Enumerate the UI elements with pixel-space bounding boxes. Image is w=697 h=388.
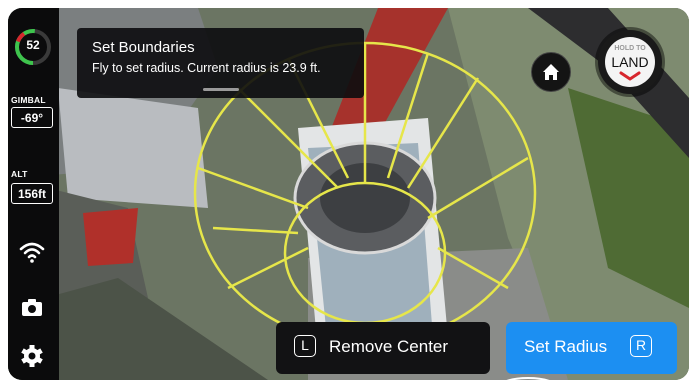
- set-radius-label: Set Radius: [524, 337, 608, 356]
- hold-to-land-button[interactable]: HOLD TO LAND: [598, 30, 662, 94]
- altitude-value[interactable]: 156ft: [11, 183, 53, 204]
- r-key-icon: R: [630, 335, 652, 357]
- toast-drag-handle[interactable]: [203, 88, 239, 91]
- land-hold-text: HOLD TO: [614, 45, 646, 52]
- battery-percent: 52: [26, 38, 40, 52]
- boundary-toast[interactable]: Set Boundaries Fly to set radius. Curren…: [77, 28, 364, 98]
- battery-indicator: 52: [12, 26, 54, 68]
- status-sidebar: 52 GIMBAL -69° ALT 156ft: [8, 8, 59, 380]
- remove-center-label: Remove Center: [329, 337, 449, 356]
- toast-body: Fly to set radius. Current radius is 23.…: [92, 61, 321, 75]
- return-home-button[interactable]: [531, 52, 571, 92]
- gimbal-value[interactable]: -69°: [11, 107, 53, 128]
- chevron-down-icon: [619, 71, 641, 81]
- l-key-icon: L: [294, 335, 316, 357]
- home-icon: [543, 64, 559, 80]
- remove-center-button[interactable]: L Remove Center: [276, 322, 490, 374]
- set-radius-button[interactable]: Set Radius R: [506, 322, 677, 374]
- land-button-face: HOLD TO LAND: [605, 37, 655, 87]
- wifi-icon[interactable]: [19, 240, 45, 264]
- altitude-label: ALT: [11, 169, 28, 179]
- toast-title: Set Boundaries: [92, 39, 195, 56]
- drone-camera-view: 52 GIMBAL -69° ALT 156ft Set Boundaries …: [8, 8, 689, 380]
- land-action-text: LAND: [611, 54, 649, 70]
- gear-icon[interactable]: [19, 344, 45, 368]
- camera-icon[interactable]: [19, 295, 45, 319]
- gimbal-label: GIMBAL: [11, 95, 46, 105]
